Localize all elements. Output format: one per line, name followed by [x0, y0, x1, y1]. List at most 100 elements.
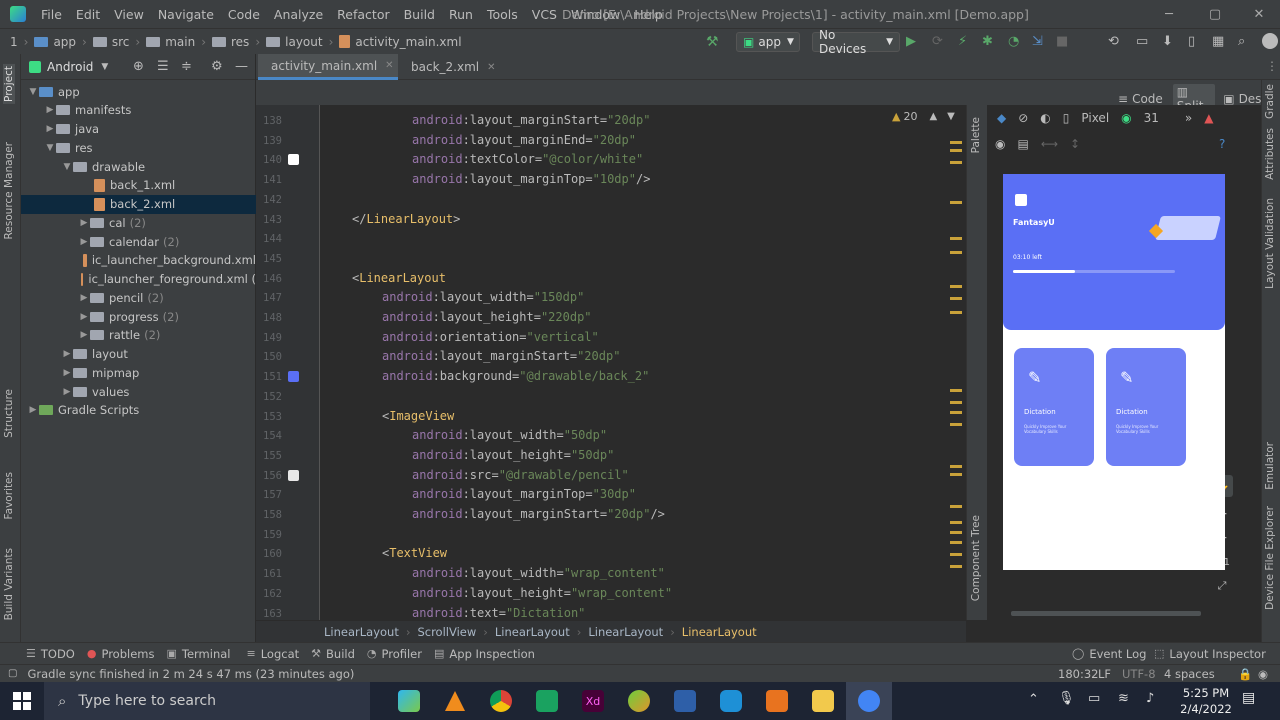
chevron-right-icon[interactable]: ▶: [78, 218, 90, 228]
warning-marker[interactable]: [950, 565, 962, 568]
tree-file-item[interactable]: back_2.xml: [21, 194, 256, 214]
design-scrollbar[interactable]: [1011, 611, 1201, 616]
tool-project[interactable]: Project: [3, 64, 15, 104]
line-separator[interactable]: LF: [1098, 667, 1111, 681]
tree-file-item[interactable]: ic_launcher_background.xml: [21, 251, 256, 270]
warning-marker[interactable]: [950, 505, 962, 508]
warning-marker[interactable]: [950, 251, 962, 254]
editor-breadcrumb-item[interactable]: LinearLayout: [588, 625, 663, 639]
profile-icon[interactable]: ◔: [1008, 32, 1019, 52]
chevron-down-icon[interactable]: ▼: [27, 87, 39, 97]
warning-marker[interactable]: [950, 401, 962, 404]
hide-panel-icon[interactable]: —: [235, 59, 248, 74]
tree-folder-item[interactable]: ▼ res: [21, 138, 256, 157]
code-line[interactable]: <ImageView: [382, 409, 454, 423]
maximize-icon[interactable]: ▢: [1192, 0, 1238, 28]
sync-gradle-icon[interactable]: ⟲: [1108, 32, 1119, 52]
menu-refactor[interactable]: Refactor: [330, 7, 396, 22]
breadcrumb-layout[interactable]: layout: [285, 35, 322, 49]
warning-marker[interactable]: [950, 297, 962, 300]
app-firefox-icon[interactable]: [386, 682, 432, 720]
breadcrumb-app[interactable]: app: [53, 35, 76, 49]
rerun-icon[interactable]: ⟳: [932, 32, 943, 52]
tree-folder-item[interactable]: ▶ pencil (2): [21, 288, 256, 307]
menu-analyze[interactable]: Analyze: [267, 7, 330, 22]
blueprint-off-icon[interactable]: ⊘: [1018, 111, 1028, 125]
status-toggle-icon[interactable]: ▢: [8, 668, 17, 679]
warning-marker[interactable]: [950, 423, 962, 426]
avd-manager-icon[interactable]: ▭: [1136, 32, 1148, 52]
grid-icon[interactable]: ▤: [1017, 137, 1028, 151]
code-line[interactable]: <TextView: [382, 546, 447, 560]
close-icon[interactable]: ✕: [1236, 0, 1280, 28]
constraint-icon[interactable]: ⟷: [1041, 137, 1058, 151]
night-mode-icon[interactable]: ◐: [1040, 111, 1050, 125]
warning-marker[interactable]: [950, 541, 962, 544]
tool-todo[interactable]: ☰ TODO: [26, 647, 75, 661]
tool-device-file-explorer[interactable]: Device File Explorer: [1264, 506, 1276, 610]
warning-marker[interactable]: [950, 141, 962, 144]
tool-structure[interactable]: Structure: [3, 389, 15, 438]
warning-marker[interactable]: [950, 201, 962, 204]
tree-folder-item[interactable]: ▶ rattle (2): [21, 326, 256, 345]
tool-logcat[interactable]: ≡ Logcat: [247, 647, 300, 661]
minimize-icon[interactable]: ─: [1146, 0, 1192, 28]
clock[interactable]: 5:25 PM 2/4/2022: [1176, 685, 1236, 717]
account-icon[interactable]: [1262, 33, 1278, 49]
warning-marker[interactable]: [950, 311, 962, 314]
menu-navigate[interactable]: Navigate: [151, 7, 221, 22]
locate-icon[interactable]: ⊕: [133, 59, 144, 74]
collapse-all-icon[interactable]: ☰: [157, 59, 169, 74]
chevron-right-icon[interactable]: ▶: [78, 293, 90, 303]
chevron-right-icon[interactable]: ▶: [78, 330, 90, 340]
editor-breadcrumb-item[interactable]: LinearLayout: [682, 625, 757, 639]
menu-file[interactable]: File: [34, 7, 69, 22]
code-line[interactable]: <LinearLayout: [352, 271, 446, 285]
code-line[interactable]: android:layout_marginStart="20dp": [412, 113, 650, 127]
tool-gradle[interactable]: Gradle: [1264, 84, 1276, 119]
tool-problems[interactable]: ● Problems: [87, 647, 155, 661]
code-line[interactable]: </LinearLayout>: [352, 212, 460, 226]
tool-terminal[interactable]: ▣ Terminal: [166, 647, 230, 661]
search-icon[interactable]: ⌕: [1238, 32, 1245, 52]
tool-event-log[interactable]: ◯ Event Log: [1072, 647, 1146, 661]
warning-marker[interactable]: [950, 521, 962, 524]
chevron-right-icon[interactable]: ▶: [44, 124, 56, 134]
hammer-icon[interactable]: ⚒: [706, 32, 719, 52]
menu-code[interactable]: Code: [221, 7, 267, 22]
attach-debugger-icon[interactable]: ⇲: [1032, 32, 1043, 52]
tool-emulator[interactable]: Emulator: [1264, 442, 1276, 490]
code-line[interactable]: android:layout_marginTop="10dp"/>: [412, 172, 650, 186]
code-mode-button[interactable]: Code: [1132, 92, 1163, 106]
tree-folder-item[interactable]: ▶ values: [21, 382, 256, 401]
code-line[interactable]: android:layout_marginStart="20dp": [382, 349, 620, 363]
breadcrumb-res[interactable]: res: [231, 35, 249, 49]
tree-folder-item[interactable]: ▼ drawable: [21, 157, 256, 176]
menu-edit[interactable]: Edit: [69, 7, 107, 22]
chevron-right-icon[interactable]: ▶: [61, 368, 73, 378]
sdk-manager-icon[interactable]: ⬇: [1162, 32, 1173, 52]
warning-marker[interactable]: [950, 389, 962, 392]
microphone-icon[interactable]: 🎙: [1058, 691, 1075, 706]
run-icon[interactable]: ▶: [906, 32, 916, 52]
app-chrome-icon[interactable]: [478, 682, 524, 720]
tab-back-2[interactable]: back_2.xml ✕: [398, 54, 502, 80]
device-select[interactable]: No Devices ▼: [812, 28, 900, 56]
wifi-icon[interactable]: ≋: [1118, 691, 1129, 706]
code-line[interactable]: android:layout_height="wrap_content": [412, 586, 672, 600]
tool-resource-manager[interactable]: Resource Manager: [3, 142, 15, 240]
device-select[interactable]: Pixel: [1081, 111, 1109, 125]
project-structure-icon[interactable]: ▦: [1212, 32, 1224, 52]
warning-marker[interactable]: [950, 161, 962, 164]
app-vlc-icon[interactable]: [432, 682, 478, 720]
debug-icon[interactable]: ✱: [982, 32, 993, 52]
menu-run[interactable]: Run: [442, 7, 480, 22]
help-icon[interactable]: ?: [1219, 137, 1225, 151]
memory-icon[interactable]: ◉: [1258, 667, 1268, 681]
notifications-icon[interactable]: ▤: [1242, 690, 1255, 706]
code-line[interactable]: android:layout_marginStart="20dp"/>: [412, 507, 665, 521]
chevron-up-icon[interactable]: ▲: [929, 111, 937, 122]
tab-activity-main[interactable]: activity_main.xml ✕: [258, 54, 398, 80]
app-explorer-icon[interactable]: [800, 682, 846, 720]
menu-vcs[interactable]: VCS: [525, 7, 564, 22]
